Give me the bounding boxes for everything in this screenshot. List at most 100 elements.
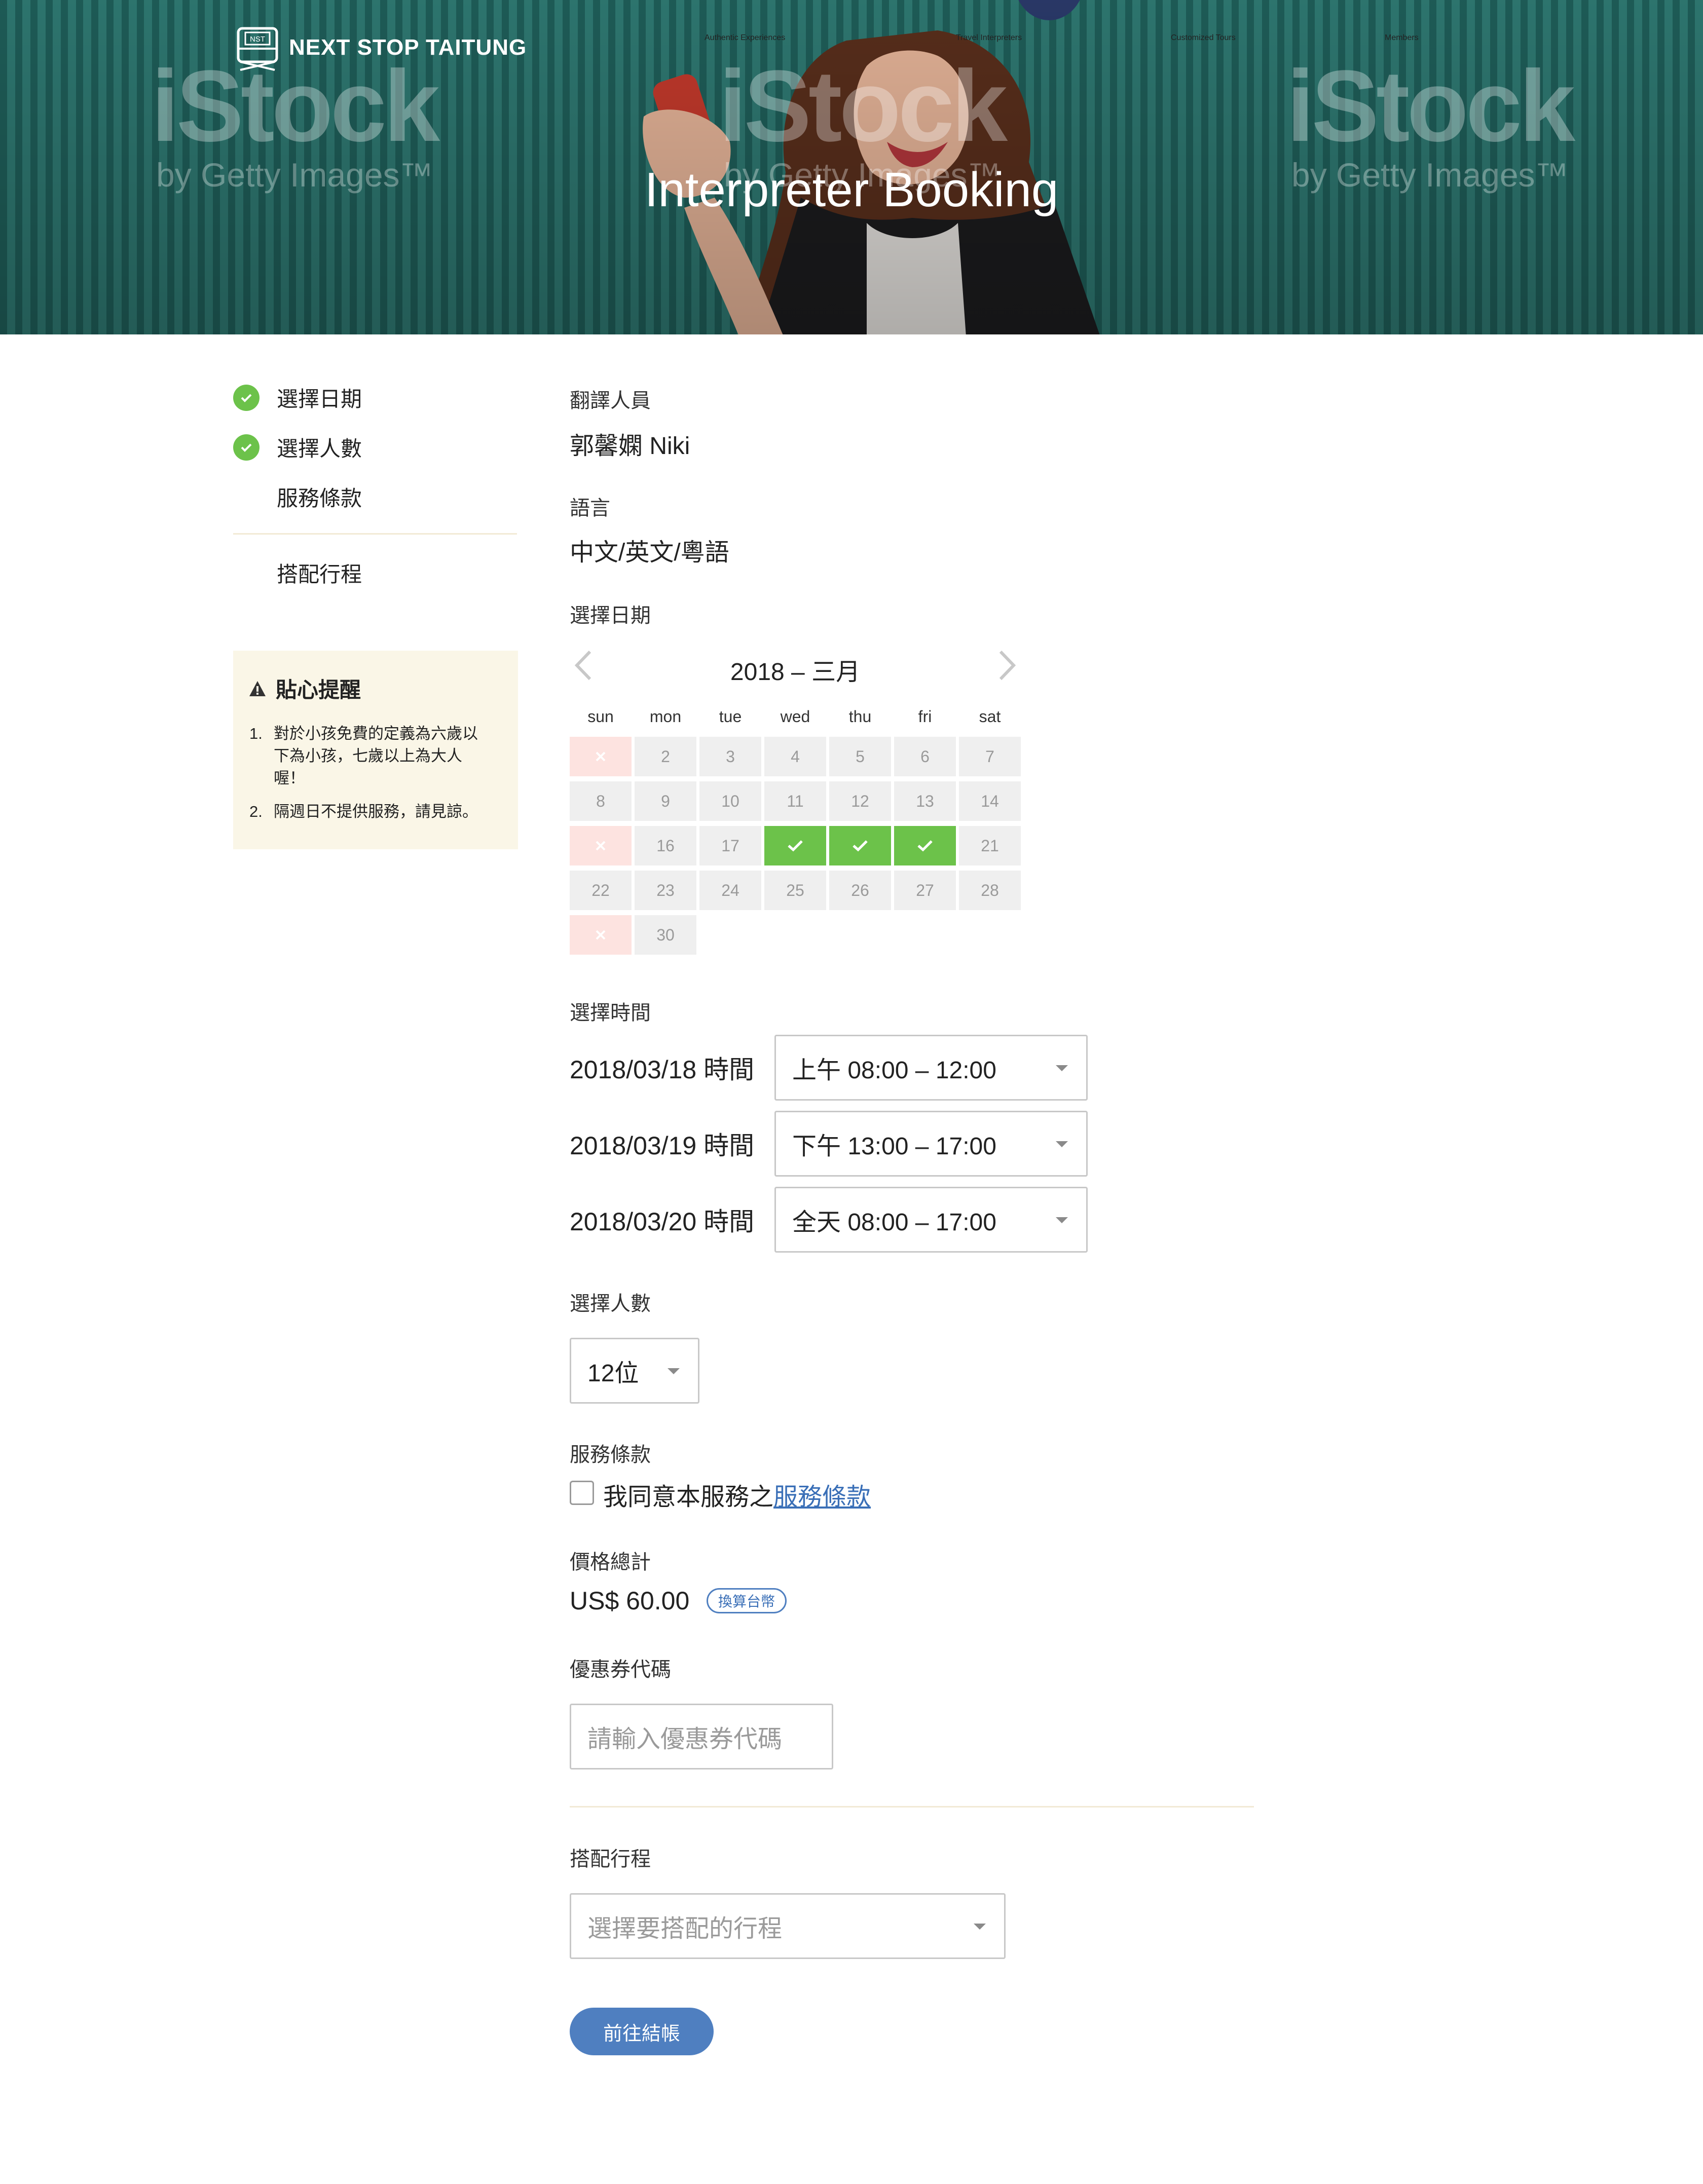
calendar-day[interactable]: 25 [764,871,826,910]
svg-text:NST: NST [250,35,265,44]
people-select[interactable]: 12位 [570,1338,699,1404]
calendar-day[interactable]: 2 [635,737,696,776]
nav-authentic-experiences[interactable]: Authentic Experiences [705,33,785,43]
sidebar-step-label: 選擇人數 [277,437,362,461]
weekday-label: thu [848,707,872,726]
price-label: 價格總計 [570,1551,651,1573]
check-icon [788,840,803,852]
time-row-date: 2018/03/20 時間 [570,1208,755,1236]
calendar-day[interactable]: 5 [829,737,891,776]
interpreter-value: 郭馨嫻 Niki [570,433,690,460]
agree-text: 我同意本服務之服務條款 [603,1484,871,1511]
interpreter-label: 翻譯人員 [570,390,651,412]
weekday-label: sun [587,707,614,726]
weekday-label: mon [649,707,682,726]
weekday-label: sat [979,707,1001,726]
calendar-day[interactable]: 14 [959,781,1021,821]
tip-list: 1. 對於小孩免費的定義為六歲以下為小孩，七歲以上為大人喔！ 2. 隔週日不提供服務… [249,723,493,834]
time-row-date: 2018/03/19 時間 [570,1132,755,1160]
chevron-right-icon[interactable] [990,648,1021,683]
terms-link[interactable]: 服務條款 [773,1484,871,1511]
nav-customized-tours[interactable]: Customized Tours [1171,33,1236,43]
calendar-day-selected[interactable] [764,826,826,865]
terms-label: 服務條款 [570,1444,651,1466]
tip-box: 貼心提醒 1. 對於小孩免費的定義為六歲以下為小孩，七歲以上為大人喔！ 2. 隔週日… [233,651,518,849]
hero-banner: iStock by Getty Images™ iStock by Getty … [0,0,1703,334]
sidebar-step-label: 服務條款 [277,486,362,510]
calendar-day[interactable]: 9 [635,781,696,821]
sidebar-step-tour[interactable]: 搭配行程 [233,557,362,588]
caret-down-icon [1056,1217,1068,1223]
site-logo[interactable]: NST NEXT STOP TAITUNG [233,23,527,72]
check-icon [853,840,868,852]
calendar-day[interactable]: 23 [635,871,696,910]
close-icon [596,751,606,762]
weekday-label: tue [719,707,742,726]
calendar-day[interactable]: 13 [894,781,956,821]
close-icon [596,841,606,851]
convert-currency-button[interactable]: 換算台幣 [707,1588,787,1613]
people-label: 選擇人數 [570,1293,651,1315]
time-select[interactable]: 上午 08:00 – 12:00 [774,1035,1088,1101]
calendar-day[interactable]: 24 [699,871,761,910]
calendar-day[interactable]: 7 [959,737,1021,776]
weekday-label: fri [918,707,932,726]
date-label: 選擇日期 [570,605,651,627]
tour-select[interactable]: 選擇要搭配的行程 [570,1893,1006,1959]
caret-down-icon [668,1368,680,1374]
tram-icon: NST [237,27,278,71]
tour-label: 搭配行程 [570,1848,651,1870]
sidebar-step-date[interactable]: 選擇日期 [233,382,362,413]
check-circle-icon [233,384,260,411]
caret-down-icon [1056,1065,1068,1071]
calendar-day[interactable]: 30 [635,915,696,955]
caret-down-icon [1056,1141,1068,1147]
price-value: US$ 60.00 [570,1587,690,1615]
tip-item: 1. 對於小孩免費的定義為六歲以下為小孩，七歲以上為大人喔！ [249,725,478,787]
tip-item: 2. 隔週日不提供服務，請見諒。 [249,803,478,820]
calendar-day[interactable]: 8 [570,781,632,821]
time-row: 2018/03/19 時間 下午 13:00 – 17:00 [570,1111,1088,1177]
calendar-day[interactable]: 28 [959,871,1021,910]
calendar-day[interactable]: 11 [764,781,826,821]
calendar-day[interactable]: 3 [699,737,761,776]
calendar-day-unavailable[interactable] [570,915,632,955]
nav-travel-interpreters[interactable]: Travel Interpreters [956,33,1022,43]
calendar-day-selected[interactable] [829,826,891,865]
time-label: 選擇時間 [570,1002,651,1024]
sidebar-step-label: 選擇日期 [277,387,362,411]
calendar-title: 2018 – 三月 [730,659,861,686]
sidebar-step-people[interactable]: 選擇人數 [233,432,362,463]
calendar-day[interactable]: 4 [764,737,826,776]
calendar-day-selected[interactable] [894,826,956,865]
calendar-day-unavailable[interactable] [570,737,632,776]
calendar-day[interactable]: 21 [959,826,1021,865]
warning-icon [249,681,266,696]
calendar-day[interactable]: 12 [829,781,891,821]
coupon-input[interactable]: 請輸入優惠券代碼 [570,1704,833,1769]
calendar-day[interactable]: 26 [829,871,891,910]
time-select[interactable]: 下午 13:00 – 17:00 [774,1111,1088,1177]
calendar-day[interactable]: 10 [699,781,761,821]
nav-members[interactable]: Members [1385,33,1419,43]
form-divider [570,1806,1254,1808]
check-circle-icon [233,434,260,461]
close-icon [596,930,606,940]
agree-checkbox[interactable] [570,1481,594,1505]
weekday-label: wed [780,707,810,726]
time-row-date: 2018/03/18 時間 [570,1056,755,1084]
calendar-day-unavailable[interactable] [570,826,632,865]
calendar-header: 2018 – 三月 [570,644,1021,689]
time-row: 2018/03/18 時間 上午 08:00 – 12:00 [570,1035,1088,1101]
calendar-day[interactable]: 16 [635,826,696,865]
calendar-day[interactable]: 6 [894,737,956,776]
calendar-day[interactable]: 17 [699,826,761,865]
sidebar-step-terms[interactable]: 服務條款 [233,481,362,512]
tip-title: 貼心提醒 [248,673,361,704]
sidebar-step-label: 搭配行程 [277,562,362,586]
time-select[interactable]: 全天 08:00 – 17:00 [774,1187,1088,1253]
coupon-label: 優惠券代碼 [570,1659,671,1681]
calendar-day[interactable]: 27 [894,871,956,910]
calendar-day[interactable]: 22 [570,871,632,910]
checkout-button[interactable]: 前往結帳 [570,2008,714,2055]
